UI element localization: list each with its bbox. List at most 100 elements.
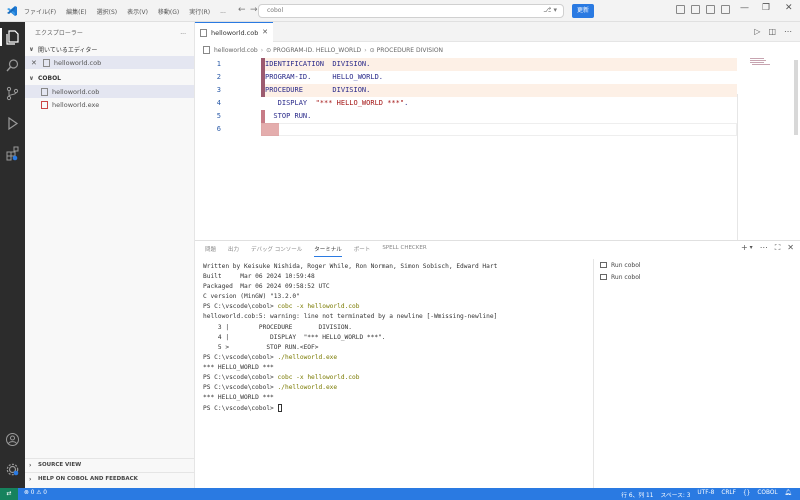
language-mode[interactable]: COBOL — [757, 490, 777, 499]
explorer-title: エクスプローラー — [35, 29, 83, 37]
status-bar: ⇄ ⊗ 0 ⚠ 0 行 6、列 11 スペース: 3 UTF-8 CRLF {}… — [0, 488, 800, 500]
panel-tab[interactable]: 問題 — [205, 245, 216, 257]
menu-more-icon[interactable]: ... — [220, 8, 226, 15]
exe-file-icon — [41, 100, 48, 109]
extensions-icon[interactable] — [5, 146, 20, 161]
search-icon[interactable] — [5, 58, 20, 73]
account-icon[interactable] — [5, 432, 20, 447]
editor-scrollbar[interactable] — [794, 60, 798, 135]
split-editor-icon[interactable]: ◫ — [768, 27, 776, 36]
line-ending[interactable]: CRLF — [721, 490, 736, 499]
file-item-helloworld-exe[interactable]: helloworld.exe — [25, 98, 194, 111]
minimap[interactable] — [750, 58, 790, 98]
remote-indicator-icon[interactable]: ⇄ — [0, 488, 18, 500]
open-editor-name: helloworld.cob — [53, 58, 102, 67]
menu-item[interactable]: ファイル(F) — [24, 7, 56, 16]
breadcrumb-division[interactable]: PROCEDURE DIVISION — [377, 47, 443, 54]
cursor-position[interactable]: 行 6、列 11 — [621, 490, 653, 499]
cursor-highlight — [261, 123, 279, 136]
editor-actions: ▷ ◫ ⋯ — [754, 27, 792, 36]
menu-item[interactable]: 実行(R) — [189, 7, 210, 16]
warning-count: 0 — [43, 490, 47, 496]
panel-tab[interactable]: デバッグ コンソール — [251, 245, 302, 257]
menu-item[interactable]: 編集(E) — [66, 7, 86, 16]
tab-helloworld-cob[interactable]: helloworld.cob ✕ — [195, 22, 273, 42]
open-editors-section[interactable]: ∨ 開いているエディター — [25, 42, 194, 56]
cobol-folder-section[interactable]: ∨ COBOL — [25, 71, 194, 85]
manage-gear-icon[interactable] — [5, 462, 20, 477]
terminal-output[interactable]: Written by Keisuke Nishida, Roger While,… — [203, 263, 593, 414]
source-view-section[interactable]: › SOURCE VIEW — [25, 458, 195, 471]
code-editor[interactable]: 1 2 3 4 5 6 IDENTIFICATION DIVISION. PRO… — [195, 58, 800, 276]
panel-more-icon[interactable]: ⋯ — [760, 243, 768, 253]
terminal-prompt: PS C:\vscode\cobol> — [203, 405, 278, 413]
terminal-list-item[interactable]: Run cobol — [594, 259, 800, 271]
forward-arrow-icon[interactable]: → — [250, 5, 258, 15]
panel-tab[interactable]: 出力 — [228, 245, 239, 257]
breadcrumb-separator-icon: › — [260, 46, 264, 54]
terminal-command: ./helloworld.exe — [277, 353, 338, 361]
toggle-panel-icon[interactable] — [691, 5, 700, 14]
warning-icon: ⚠ — [36, 490, 42, 496]
maximize-panel-icon[interactable]: ⛶ — [775, 243, 781, 253]
panel-tab[interactable]: SPELL CHECKER — [382, 245, 426, 257]
bottom-panel: 問題 出力 デバッグ コンソール ターミナル ポート SPELL CHECKER + ▾ … — [195, 240, 800, 489]
explorer-icon[interactable] — [5, 30, 20, 45]
close-editor-icon[interactable]: ✕ — [31, 59, 37, 67]
terminal-line: *** HELLO_WORLD *** — [203, 363, 274, 371]
terminal-cursor — [277, 404, 282, 413]
activity-bar — [0, 22, 25, 488]
toggle-primary-sidebar-icon[interactable] — [676, 5, 685, 14]
close-window-icon[interactable]: ✕ — [785, 3, 793, 13]
close-tab-icon[interactable]: ✕ — [262, 28, 268, 36]
cobol-file-icon — [41, 87, 48, 96]
problems-indicator[interactable]: ⊗ 0 ⚠ 0 — [24, 490, 47, 496]
terminal-line: Built Mar 06 2024 10:59:48 — [203, 273, 315, 281]
copilot-icon[interactable]: ⎇ ▾ — [543, 6, 557, 14]
toggle-secondary-sidebar-icon[interactable] — [706, 5, 715, 14]
terminal-line: PS C:\vscode\cobol> — [203, 404, 593, 414]
update-button[interactable]: 更新 — [572, 4, 594, 18]
indentation[interactable]: スペース: 3 — [660, 490, 690, 499]
error-count: 0 — [30, 490, 35, 496]
menu-item[interactable]: 移動(G) — [158, 7, 179, 16]
breadcrumb-file[interactable]: helloworld.cob — [214, 47, 258, 54]
terminal-name: Run cobol — [611, 273, 641, 281]
panel-tab[interactable]: ポート — [354, 245, 371, 257]
breadcrumb-program[interactable]: PROGRAM-ID. HELLO_WORLD — [273, 47, 361, 54]
editor-more-icon[interactable]: ⋯ — [784, 27, 792, 36]
panel-tab[interactable]: ターミナル — [314, 245, 342, 257]
minimap-line — [750, 58, 764, 59]
menu-item[interactable]: 表示(V) — [127, 7, 148, 16]
terminal-line: 3 | PROCEDURE DIVISION. — [203, 323, 353, 331]
run-file-icon[interactable]: ▷ — [754, 27, 760, 36]
run-debug-icon[interactable] — [5, 116, 20, 131]
back-arrow-icon[interactable]: ← — [238, 5, 246, 15]
minimize-icon[interactable]: — — [740, 3, 749, 13]
new-terminal-icon[interactable]: + — [741, 243, 748, 253]
encoding[interactable]: UTF-8 — [697, 490, 714, 499]
customize-layout-icon[interactable] — [721, 5, 730, 14]
source-control-icon[interactable] — [5, 86, 20, 101]
notifications-bell-icon[interactable]: 🔔︎ — [785, 490, 792, 499]
chevron-down-icon: ∨ — [29, 45, 34, 53]
explorer-more-icon[interactable]: ... — [180, 29, 186, 36]
terminal-line: C version (MinGW) "13.2.0" — [203, 293, 300, 301]
help-section[interactable]: › HELP ON COBOL AND FEEDBACK — [25, 472, 195, 485]
terminal-dropdown-icon[interactable]: ▾ — [750, 244, 753, 253]
command-center-search[interactable]: cobol ⎇ ▾ — [258, 4, 564, 18]
terminal-list-item[interactable]: Run cobol — [594, 271, 800, 283]
file-item-helloworld-cob[interactable]: helloworld.cob — [25, 85, 194, 98]
line-number: 5 — [216, 112, 221, 120]
close-panel-icon[interactable]: ✕ — [787, 243, 794, 253]
terminal-line: 4 | DISPLAY "*** HELLO_WORLD ***". — [203, 333, 386, 341]
open-editor-item[interactable]: ✕ helloworld.cob — [25, 56, 194, 69]
command-center-text: cobol — [267, 7, 284, 14]
file-name: helloworld.exe — [52, 100, 100, 109]
tab-label: helloworld.cob — [211, 28, 259, 37]
layout-controls — [676, 5, 730, 14]
code-line: DISPLAY "*** HELLO_WORLD ***". — [265, 99, 409, 107]
breadcrumb-symbol-icon: ⊙ — [369, 46, 375, 54]
menu-item[interactable]: 選択(S) — [97, 7, 118, 16]
restore-icon[interactable]: ❐ — [762, 3, 770, 13]
